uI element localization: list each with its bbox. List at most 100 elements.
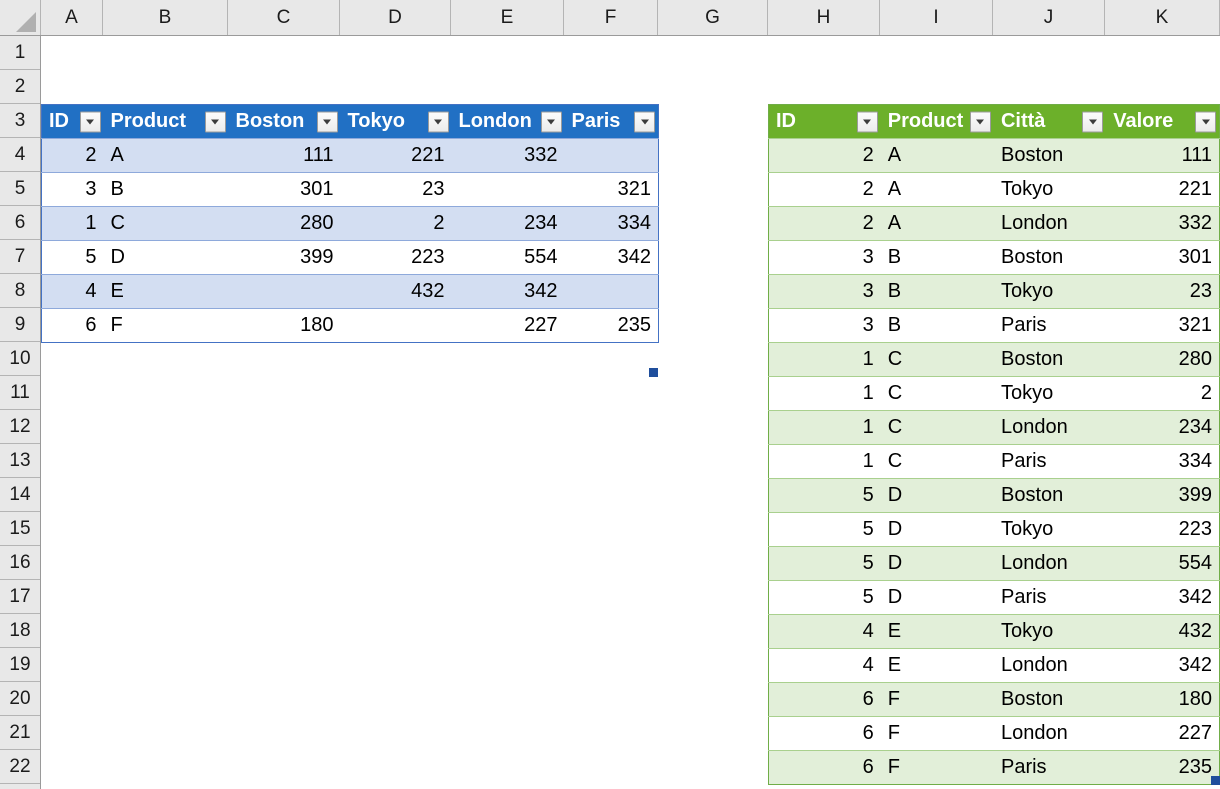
cell-id[interactable]: 4 [41,274,104,309]
table-row[interactable]: 1 C 280 2 234 334 [41,206,659,241]
column-header-valore[interactable]: Valore [1106,104,1220,139]
cell-id[interactable]: 4 [768,648,881,683]
cell-product[interactable]: D [880,580,994,615]
cell-product[interactable]: E [880,648,994,683]
column-header-k[interactable]: K [1105,0,1220,35]
cell-product[interactable]: D [880,478,994,513]
column-header-tokyo[interactable]: Tokyo [340,104,452,139]
cell-london[interactable]: 332 [451,138,565,173]
row-header-21[interactable]: 21 [0,716,40,750]
cell-valore[interactable]: 227 [1106,716,1220,751]
cell-id[interactable]: 6 [768,750,881,785]
cell-tokyo[interactable]: 432 [340,274,452,309]
cell-product[interactable]: F [880,682,994,717]
cell-id[interactable]: 5 [768,512,881,547]
cell-product[interactable]: F [880,716,994,751]
grid-body[interactable]: ID Product Boston Tokyo London Paris 2 A… [41,36,1220,789]
cell-tokyo[interactable]: 23 [340,172,452,207]
column-header-i[interactable]: I [880,0,993,35]
cell-valore[interactable]: 223 [1106,512,1220,547]
row-header-2[interactable]: 2 [0,70,40,104]
cell-citta[interactable]: London [993,410,1107,445]
cell-boston[interactable] [228,274,341,309]
fill-handle-icon[interactable] [649,368,658,377]
filter-dropdown-icon[interactable] [204,111,226,132]
column-header-e[interactable]: E [451,0,564,35]
cell-valore[interactable]: 342 [1106,580,1220,615]
cell-product[interactable]: B [880,308,994,343]
cell-product[interactable]: A [880,206,994,241]
cell-citta[interactable]: Paris [993,308,1107,343]
table-row[interactable]: 5 D 399 223 554 342 [41,240,659,275]
row-header-6[interactable]: 6 [0,206,40,240]
row-header-9[interactable]: 9 [0,308,40,342]
cell-id[interactable]: 1 [41,206,104,241]
cell-id[interactable]: 6 [768,682,881,717]
cell-id[interactable]: 3 [41,172,104,207]
cell-valore[interactable]: 432 [1106,614,1220,649]
cell-valore[interactable]: 2 [1106,376,1220,411]
cell-product[interactable]: F [103,308,229,343]
row-header-3[interactable]: 3 [0,104,40,138]
table-row[interactable]: 3 B Boston 301 [768,240,1220,275]
column-header-j[interactable]: J [993,0,1105,35]
cell-id[interactable]: 3 [768,308,881,343]
filter-dropdown-icon[interactable] [540,111,562,132]
filter-dropdown-icon[interactable] [316,111,338,132]
row-header-14[interactable]: 14 [0,478,40,512]
cell-paris[interactable] [564,274,659,309]
column-header-c[interactable]: C [228,0,340,35]
table-row[interactable]: 5 D London 554 [768,546,1220,581]
table-row[interactable]: 5 D Boston 399 [768,478,1220,513]
cell-valore[interactable]: 301 [1106,240,1220,275]
cell-product[interactable]: E [103,274,229,309]
cell-valore[interactable]: 221 [1106,172,1220,207]
column-header-boston[interactable]: Boston [228,104,341,139]
row-header-17[interactable]: 17 [0,580,40,614]
cell-citta[interactable]: Boston [993,478,1107,513]
cell-citta[interactable]: Boston [993,682,1107,717]
cell-product[interactable]: B [103,172,229,207]
cell-product[interactable]: D [880,512,994,547]
cell-valore[interactable]: 111 [1106,138,1220,173]
table-row[interactable]: 4 E Tokyo 432 [768,614,1220,649]
cell-valore[interactable]: 332 [1106,206,1220,241]
cell-product[interactable]: B [880,274,994,309]
column-header-id[interactable]: ID [768,104,881,139]
cell-product[interactable]: C [103,206,229,241]
cell-id[interactable]: 2 [768,206,881,241]
cell-id[interactable]: 2 [41,138,104,173]
cell-product[interactable]: C [880,342,994,377]
cell-id[interactable]: 2 [768,138,881,173]
table-row[interactable]: 6 F Boston 180 [768,682,1220,717]
column-header-product[interactable]: Product [103,104,229,139]
row-header-1[interactable]: 1 [0,36,40,70]
column-header-h[interactable]: H [768,0,880,35]
table-row[interactable]: 4 E London 342 [768,648,1220,683]
table-row[interactable]: 1 C Tokyo 2 [768,376,1220,411]
cell-london[interactable]: 234 [451,206,565,241]
cell-valore[interactable]: 399 [1106,478,1220,513]
cell-boston[interactable]: 399 [228,240,341,275]
cell-id[interactable]: 5 [768,580,881,615]
cell-boston[interactable]: 111 [228,138,341,173]
cell-boston[interactable]: 280 [228,206,341,241]
cell-product[interactable]: A [103,138,229,173]
cell-valore[interactable]: 180 [1106,682,1220,717]
row-header-10[interactable]: 10 [0,342,40,376]
table-row[interactable]: 6 F 180 227 235 [41,308,659,343]
cell-london[interactable]: 554 [451,240,565,275]
cell-id[interactable]: 5 [768,478,881,513]
cell-id[interactable]: 2 [768,172,881,207]
cell-paris[interactable]: 342 [564,240,659,275]
row-header-11[interactable]: 11 [0,376,40,410]
cell-citta[interactable]: Paris [993,750,1107,785]
column-header-citta[interactable]: Città [993,104,1107,139]
column-header-b[interactable]: B [103,0,228,35]
cell-id[interactable]: 5 [41,240,104,275]
cell-id[interactable]: 1 [768,410,881,445]
table-row[interactable]: 6 F London 227 [768,716,1220,751]
cell-product[interactable]: D [880,546,994,581]
cell-paris[interactable]: 334 [564,206,659,241]
cell-valore[interactable]: 342 [1106,648,1220,683]
